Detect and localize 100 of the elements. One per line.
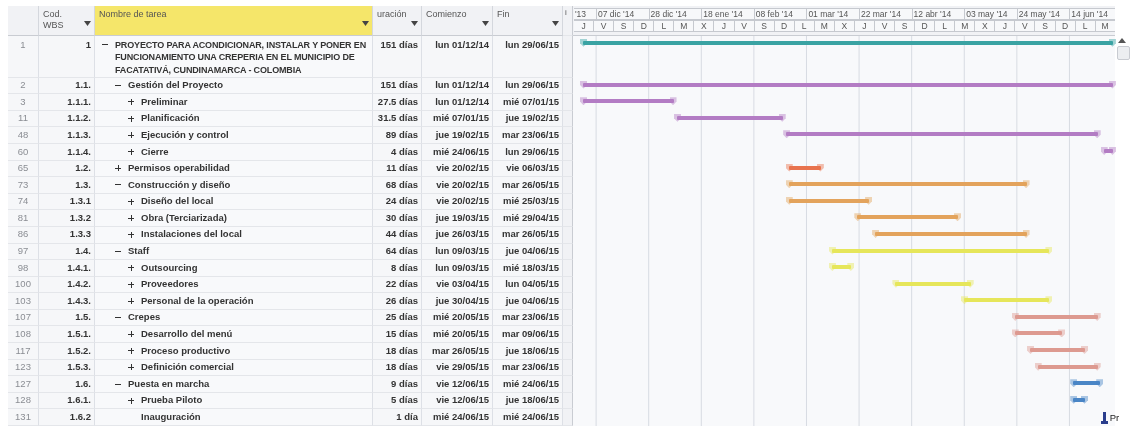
task-name: Diseño del local (141, 195, 214, 208)
timescale-label: 03 may '14 (965, 8, 1018, 20)
finish-date-cell: jue 04/06/15 (493, 293, 563, 310)
row-number: 81 (8, 210, 39, 227)
wbs-cell: 1.4.1. (39, 260, 95, 277)
timescale-label: L (654, 20, 675, 32)
task-name: Inauguración (141, 411, 201, 424)
wbs-cell: 1.1.1. (39, 94, 95, 111)
row-number: 127 (8, 376, 39, 393)
finish-date-cell: mié 29/04/15 (493, 210, 563, 227)
timescale-label: M (955, 20, 976, 32)
wbs-cell: 1.1.3. (39, 127, 95, 144)
expand-icon[interactable] (128, 98, 134, 105)
collapse-icon[interactable] (115, 82, 121, 89)
timescale-label: M (1095, 20, 1115, 32)
task-name: Crepes (128, 311, 161, 324)
dropdown-caret-icon[interactable] (552, 21, 559, 26)
timescale-label: D (634, 20, 655, 32)
timescale-label: L (935, 20, 956, 32)
dropdown-caret-icon[interactable] (411, 21, 418, 26)
expand-icon[interactable] (128, 364, 134, 371)
column-header[interactable]: Fin (493, 6, 563, 36)
expand-icon[interactable] (128, 264, 134, 271)
timescale-label: L (1075, 20, 1096, 32)
timescale-label: S (1035, 20, 1056, 32)
expand-icon[interactable] (115, 165, 121, 172)
finish-date-cell: jue 18/06/15 (493, 343, 563, 360)
row-number: 131 (8, 409, 39, 426)
task-name: Prueba Piloto (141, 394, 203, 407)
expand-icon[interactable] (128, 281, 134, 288)
finish-date-cell: mié 24/06/15 (493, 409, 563, 426)
duration-cell: 27.5 días (373, 94, 422, 111)
expand-icon[interactable] (128, 148, 134, 155)
wbs-cell: 1.5.1. (39, 326, 95, 344)
collapse-icon[interactable] (115, 248, 121, 255)
scroll-thumb[interactable] (1117, 46, 1130, 60)
timescale-label: '13 (574, 8, 597, 20)
task-name: Gestión del Proyecto (128, 79, 224, 92)
start-date-cell: jue 30/04/15 (422, 293, 493, 310)
task-name: Instalaciones del local (141, 228, 242, 241)
task-name: Puesta en marcha (128, 377, 210, 391)
column-header[interactable]: Comienzo (422, 6, 493, 36)
finish-date-cell: mié 18/03/15 (493, 260, 563, 277)
collapse-icon[interactable] (115, 314, 121, 321)
duration-cell: 89 días (373, 127, 422, 144)
expand-icon[interactable] (128, 397, 134, 404)
duration-cell: 151 días (373, 35, 422, 78)
task-name: Ejecución y control (141, 128, 229, 142)
timescale-label: V (594, 20, 615, 32)
row-number: 108 (8, 326, 39, 344)
timescale-label: X (975, 20, 996, 32)
timescale-label: S (614, 20, 635, 32)
expand-icon[interactable] (128, 215, 134, 222)
finish-date-cell: mié 24/06/15 (493, 376, 563, 393)
row-number: 1 (8, 35, 39, 78)
dropdown-caret-icon[interactable] (84, 21, 91, 26)
expand-icon[interactable] (128, 132, 134, 139)
expand-icon[interactable] (128, 331, 134, 338)
start-date-cell: mié 20/05/15 (422, 326, 493, 344)
task-name: Construcción y diseño (128, 178, 231, 192)
expand-icon[interactable] (128, 347, 134, 354)
row-number: 73 (8, 177, 39, 194)
finish-date-cell: lun 29/06/15 (493, 35, 563, 78)
column-header[interactable]: uración (373, 6, 422, 36)
column-header[interactable]: Nombre de tarea (95, 6, 373, 36)
expand-icon[interactable] (128, 115, 134, 122)
timescale-label: 22 mar '14 (859, 8, 913, 20)
row-number: 103 (8, 293, 39, 310)
duration-cell: 8 días (373, 260, 422, 277)
timescale-label: 08 feb '14 (754, 8, 808, 20)
wbs-cell: 1.5.2. (39, 343, 95, 360)
timescale-label: 14 jun '14 (1070, 8, 1115, 20)
wbs-cell: 1.6.2 (39, 409, 95, 426)
finish-date-cell: mié 07/01/15 (493, 94, 563, 111)
dropdown-caret-icon[interactable] (362, 21, 369, 26)
collapse-icon[interactable] (115, 181, 121, 188)
task-name: Cierre (141, 145, 169, 158)
expand-icon[interactable] (128, 231, 134, 238)
dropdown-caret-icon[interactable] (482, 21, 489, 26)
finish-date-cell: mar 26/05/15 (493, 177, 563, 194)
timescale-label: S (754, 20, 775, 32)
duration-cell: 1 día (373, 409, 422, 426)
start-date-cell: vie 20/02/15 (422, 177, 493, 194)
collapse-icon[interactable] (115, 381, 121, 388)
task-name: Staff (128, 245, 150, 258)
scroll-up-icon[interactable] (1117, 36, 1127, 44)
wbs-cell: 1.3.2 (39, 210, 95, 227)
start-date-cell: vie 12/06/15 (422, 376, 493, 393)
timescale-label: V (1015, 20, 1036, 32)
row-number: 48 (8, 127, 39, 144)
duration-cell: 26 días (373, 293, 422, 310)
duration-cell: 68 días (373, 177, 422, 194)
task-name: Obra (Terciarizada) (141, 211, 227, 225)
start-date-cell: mié 24/06/15 (422, 409, 493, 426)
collapse-icon[interactable] (102, 41, 108, 48)
finish-date-cell: mar 23/06/15 (493, 127, 563, 144)
expand-icon[interactable] (128, 198, 134, 205)
timescale-label: X (694, 20, 715, 32)
column-header[interactable]: Cod. WBS (39, 6, 95, 36)
expand-icon[interactable] (128, 298, 134, 305)
